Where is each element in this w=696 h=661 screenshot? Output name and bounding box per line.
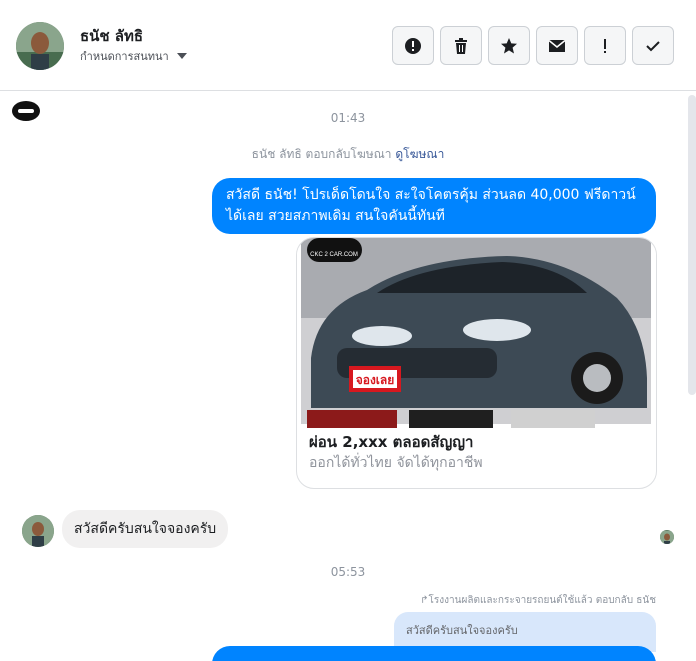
ad-reply-text: ธนัช ลัทธิ ตอบกลับโฆษณา [251,147,392,161]
timestamp: 01:43 [330,111,366,125]
ad-reply-note: ธนัช ลัทธิ ตอบกลับโฆษณา ดูโฆษณา [0,145,696,164]
outgoing-message-partial [212,646,656,661]
mark-spam-button[interactable] [392,26,434,65]
alert-circle-icon [405,37,421,54]
done-button[interactable] [632,26,674,65]
thread-scrollbar[interactable] [688,95,696,395]
seen-indicator-avatar [660,530,674,544]
exclamation-icon [604,38,606,53]
star-button[interactable] [488,26,530,65]
view-ad-link[interactable]: ดูโฆษณา [395,147,444,161]
timestamp: 05:53 [330,565,366,579]
replied-to-note: ↱โรงงานผลิตและกระจายรถยนต์ใช้แล้ว ตอบกลั… [420,595,656,606]
contact-avatar[interactable] [16,22,64,70]
ad-card-title: ผ่อน 2,xxx ตลอดสัญญา [309,433,474,451]
delete-button[interactable] [440,26,482,65]
contact-name[interactable]: ธนัช ลัทธิ [80,24,143,48]
book-now-badge: จองเลย [356,373,395,387]
chevron-down-icon [176,53,187,59]
star-icon [501,37,517,53]
outgoing-message: สวัสดี ธนัช! โปรเด็ดโดนใจ สะใจโคตรคุ้ม ส… [212,178,656,234]
assign-label: กำหนดการสนทนา [80,50,169,63]
checkmark-icon [646,40,660,51]
mark-unread-button[interactable] [536,26,578,65]
follow-up-button[interactable] [584,26,626,65]
envelope-icon [548,39,566,52]
trash-icon [455,37,467,54]
conversation-actions [392,26,674,65]
assign-conversation-dropdown[interactable]: กำหนดการสนทนา [80,47,187,65]
ad-card-subtitle: ออกได้ทั่วไทย จัดได้ทุกอาชีพ [309,455,483,471]
car-ad-image: CKC 2 CAR.COM จองเลย [297,238,656,428]
svg-text:CKC 2 CAR.COM: CKC 2 CAR.COM [310,252,358,258]
conversation-header: ธนัช ลัทธิ กำหนดการสนทนา [0,0,696,91]
ad-card[interactable]: CKC 2 CAR.COM จองเลย ผ่อน 2,xxx ตลอดสัญญ… [296,237,657,489]
incoming-message: สวัสดีครับสนใจจองครับ [62,510,229,548]
contact-avatar-small [22,515,54,547]
